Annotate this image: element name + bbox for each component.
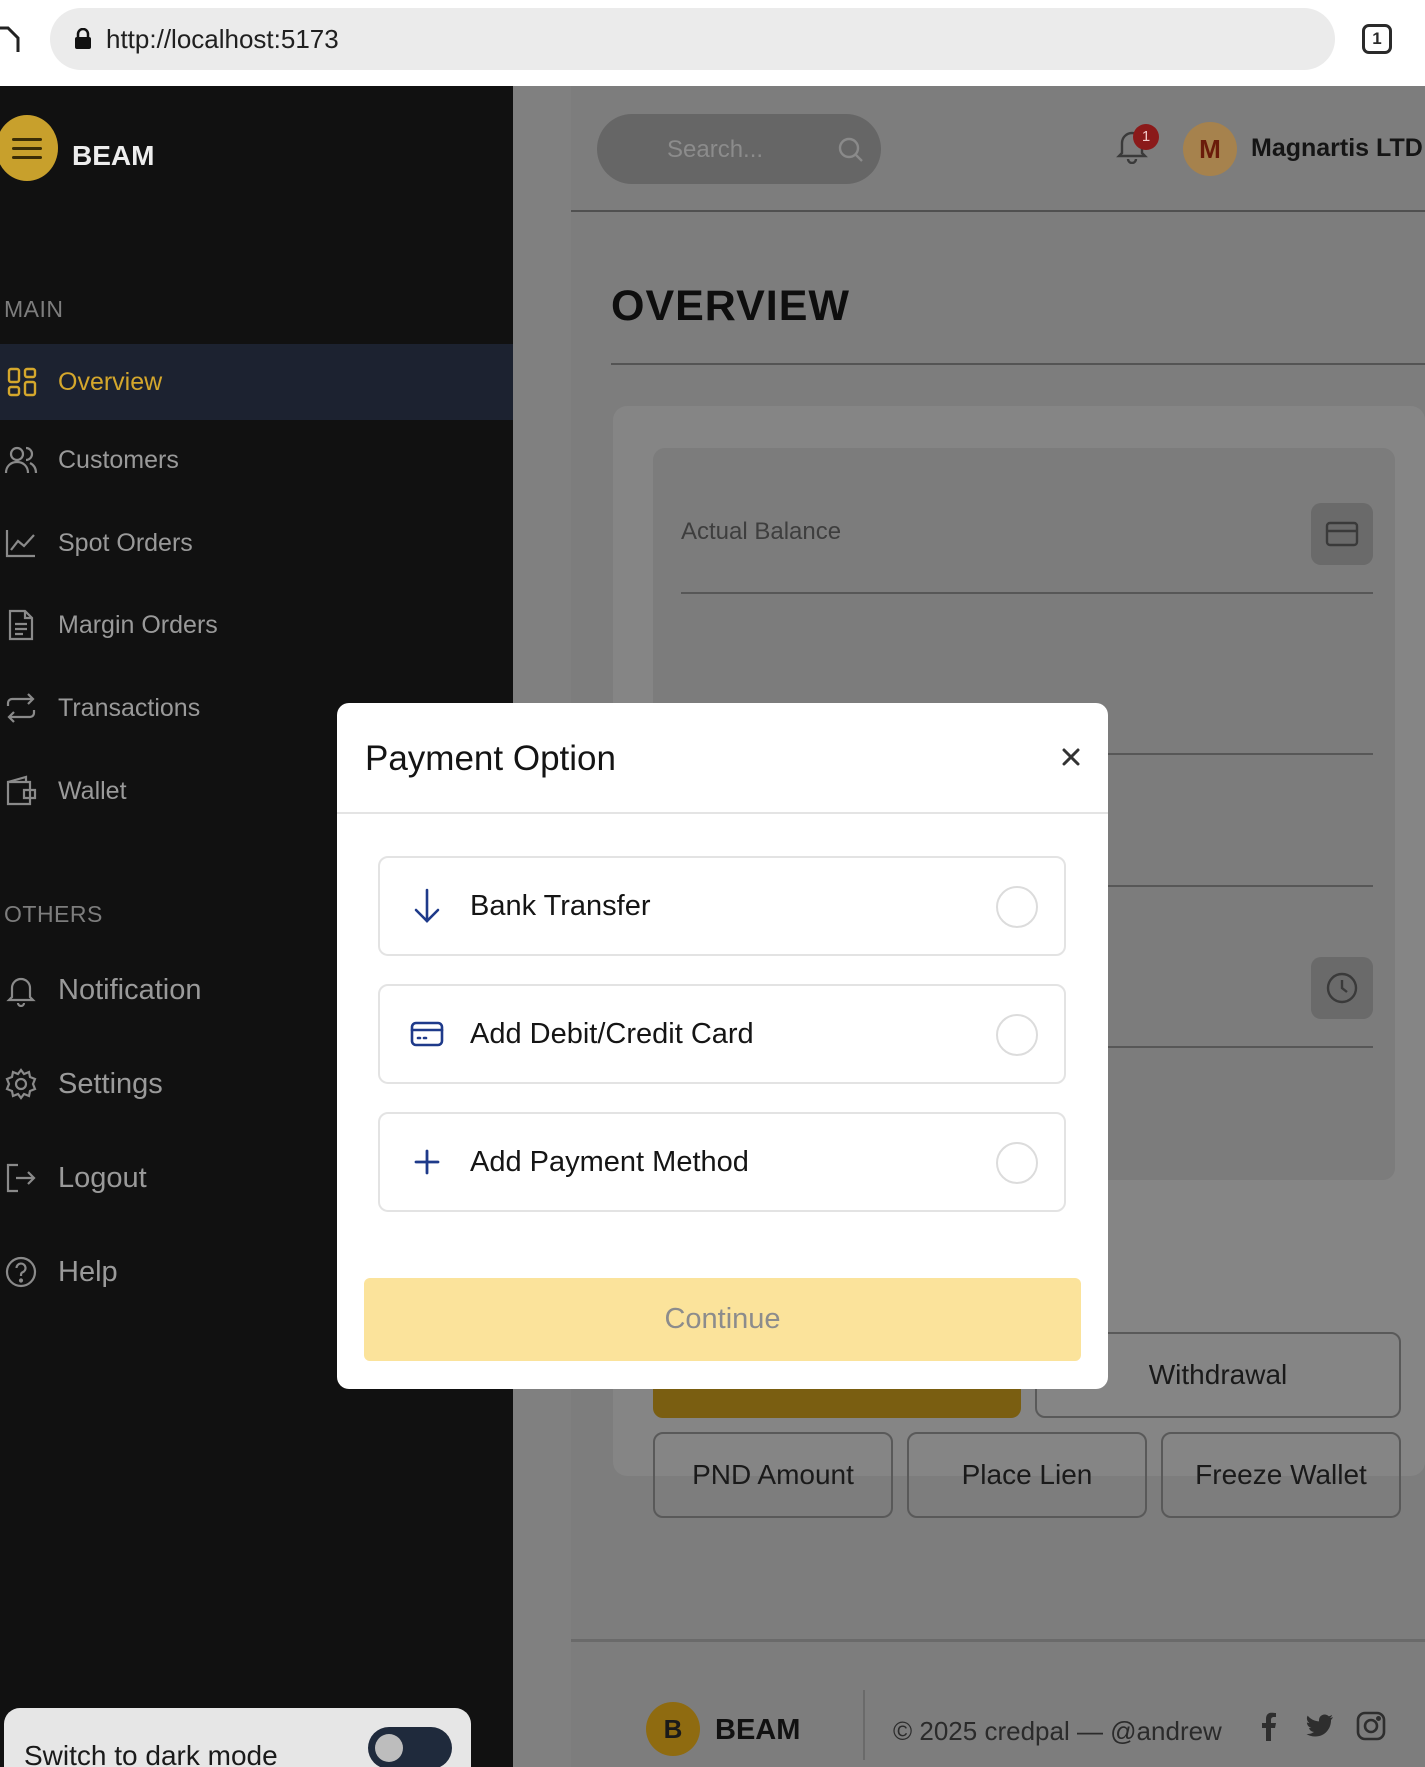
gear-icon xyxy=(5,1068,37,1100)
place-lien-button[interactable]: Place Lien xyxy=(907,1432,1147,1518)
sidebar-item-overview[interactable]: Overview xyxy=(0,344,513,420)
toggle-knob xyxy=(375,1734,403,1762)
radio-button[interactable] xyxy=(996,1014,1038,1056)
sidebar-item-label: Help xyxy=(58,1255,118,1288)
header-divider xyxy=(571,210,1425,212)
sidebar-item-label: Logout xyxy=(58,1161,147,1194)
sidebar-item-margin-orders[interactable]: Margin Orders xyxy=(0,587,513,663)
modal-title: Payment Option xyxy=(365,739,616,778)
close-icon[interactable] xyxy=(1053,739,1089,775)
sidebar-item-spot-orders[interactable]: Spot Orders xyxy=(0,505,513,581)
search-placeholder: Search... xyxy=(667,136,764,163)
chart-line-icon xyxy=(5,530,35,558)
option-label: Add Debit/Credit Card xyxy=(470,1017,754,1050)
brand-name: BEAM xyxy=(72,140,155,171)
repeat-icon xyxy=(6,693,36,723)
notification-badge: 1 xyxy=(1133,124,1159,150)
avatar[interactable]: M xyxy=(1183,122,1237,176)
sidebar-item-label: Notification xyxy=(58,973,202,1006)
payment-option-add-payment-method[interactable]: Add Payment Method xyxy=(378,1112,1066,1212)
card-icon-box xyxy=(1311,503,1373,565)
radio-button[interactable] xyxy=(996,1142,1038,1184)
page-title: OVERVIEW xyxy=(611,282,850,330)
continue-button[interactable]: Continue xyxy=(364,1278,1081,1361)
sidebar-item-label: Spot Orders xyxy=(58,528,193,557)
address-bar[interactable]: http://localhost:5173 xyxy=(50,8,1335,70)
payment-option-debit-credit-card[interactable]: Add Debit/Credit Card xyxy=(378,984,1066,1084)
footer-logo: B xyxy=(646,1702,700,1756)
actual-balance-label: Actual Balance xyxy=(681,518,842,545)
bell-icon xyxy=(6,977,36,1007)
document-icon xyxy=(8,609,34,641)
wallet-icon xyxy=(6,775,37,806)
twitter-icon[interactable] xyxy=(1303,1710,1335,1742)
help-icon xyxy=(5,1256,37,1288)
payment-option-bank-transfer[interactable]: Bank Transfer xyxy=(378,856,1066,956)
footer-separator xyxy=(863,1690,865,1760)
search-input[interactable]: Search... xyxy=(597,114,881,184)
clock-icon xyxy=(1326,972,1358,1004)
url-text: http://localhost:5173 xyxy=(106,23,339,54)
arrow-down-icon xyxy=(414,888,440,923)
sidebar-item-label: Settings xyxy=(58,1067,163,1100)
dark-mode-toggle[interactable] xyxy=(368,1727,452,1767)
dark-mode-label: Switch to dark mode xyxy=(24,1740,278,1767)
modal-divider xyxy=(337,812,1108,814)
search-icon[interactable] xyxy=(837,136,865,164)
sidebar-item-label: Margin Orders xyxy=(58,610,218,639)
freeze-wallet-button[interactable]: Freeze Wallet xyxy=(1161,1432,1401,1518)
sidebar-item-customers[interactable]: Customers xyxy=(0,422,513,498)
grid-icon xyxy=(7,367,37,397)
company-name[interactable]: Magnartis LTD xyxy=(1251,134,1423,163)
plus-icon xyxy=(414,1149,440,1175)
browser-toolbar: http://localhost:5173 1 xyxy=(0,0,1425,86)
radio-button[interactable] xyxy=(996,886,1038,928)
title-divider xyxy=(611,363,1425,365)
section-label-main: MAIN xyxy=(4,296,64,322)
menu-toggle-icon[interactable] xyxy=(0,115,58,181)
facebook-icon[interactable] xyxy=(1253,1710,1285,1742)
option-label: Bank Transfer xyxy=(470,889,651,922)
logout-icon xyxy=(6,1163,36,1193)
payment-option-modal: Payment Option Bank Transfer Add Debit/C… xyxy=(337,703,1108,1389)
sidebar-item-label: Customers xyxy=(58,445,179,474)
footer-copyright: © 2025 credpal — @andrew xyxy=(893,1716,1222,1746)
credit-card-icon xyxy=(410,1021,444,1047)
tab-switcher-icon[interactable]: 1 xyxy=(1362,24,1392,54)
section-label-others: OTHERS xyxy=(4,901,103,927)
credit-card-icon xyxy=(1325,521,1359,547)
pnd-amount-button[interactable]: PND Amount xyxy=(653,1432,893,1518)
row-divider xyxy=(681,592,1373,594)
footer-divider xyxy=(571,1639,1425,1642)
app-window: BEAM MAIN Overview Customers Spot Orders xyxy=(0,86,1425,1767)
sidebar-item-label: Transactions xyxy=(58,693,201,722)
sidebar-item-label: Wallet xyxy=(58,776,127,805)
sidebar-item-label: Overview xyxy=(58,367,163,396)
option-label: Add Payment Method xyxy=(470,1145,749,1178)
users-icon xyxy=(4,446,38,474)
back-icon[interactable] xyxy=(0,22,24,56)
lock-icon xyxy=(75,28,91,49)
clock-icon-box xyxy=(1311,957,1373,1019)
instagram-icon[interactable] xyxy=(1355,1710,1387,1742)
footer-brand: BEAM xyxy=(715,1714,801,1746)
dark-mode-card: Switch to dark mode xyxy=(4,1708,471,1767)
